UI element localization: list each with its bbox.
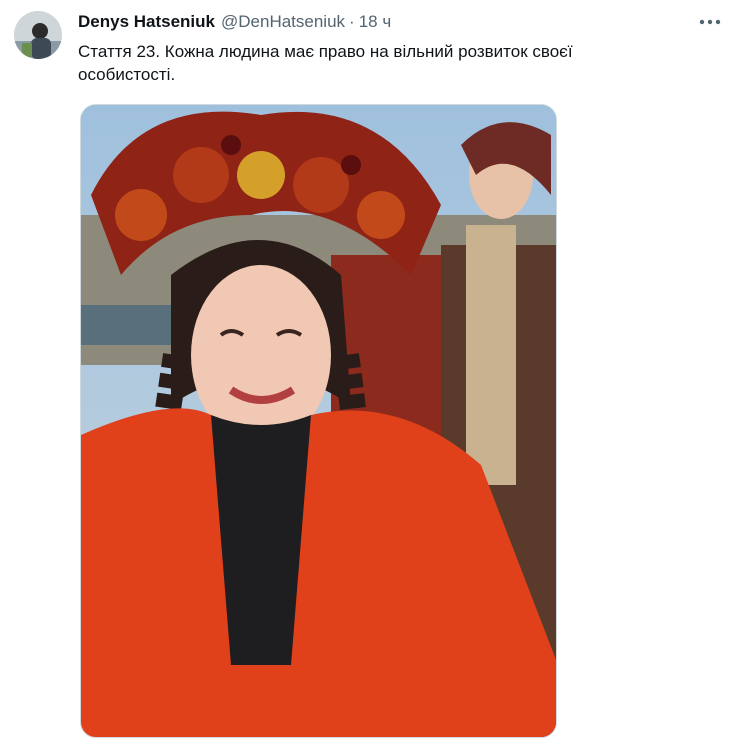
- more-horizontal-icon: [699, 19, 721, 25]
- author-name[interactable]: Denys Hatseniuk: [78, 12, 215, 32]
- tweet-media-image[interactable]: [80, 104, 557, 738]
- tweet-text: Стаття 23. Кожна людина має право на віл…: [78, 42, 573, 84]
- tweet-header: Denys Hatseniuk @DenHatseniuk · 18 ч: [78, 11, 391, 33]
- avatar[interactable]: [14, 11, 62, 59]
- photo-woman-wreath: [81, 105, 556, 737]
- author-handle[interactable]: @DenHatseniuk: [221, 12, 345, 32]
- timestamp[interactable]: 18 ч: [359, 12, 392, 32]
- separator-dot: ·: [349, 12, 355, 31]
- tweet[interactable]: Denys Hatseniuk @DenHatseniuk · 18 ч Ста…: [0, 0, 734, 746]
- more-options-button[interactable]: [696, 12, 724, 32]
- avatar-image: [14, 11, 62, 59]
